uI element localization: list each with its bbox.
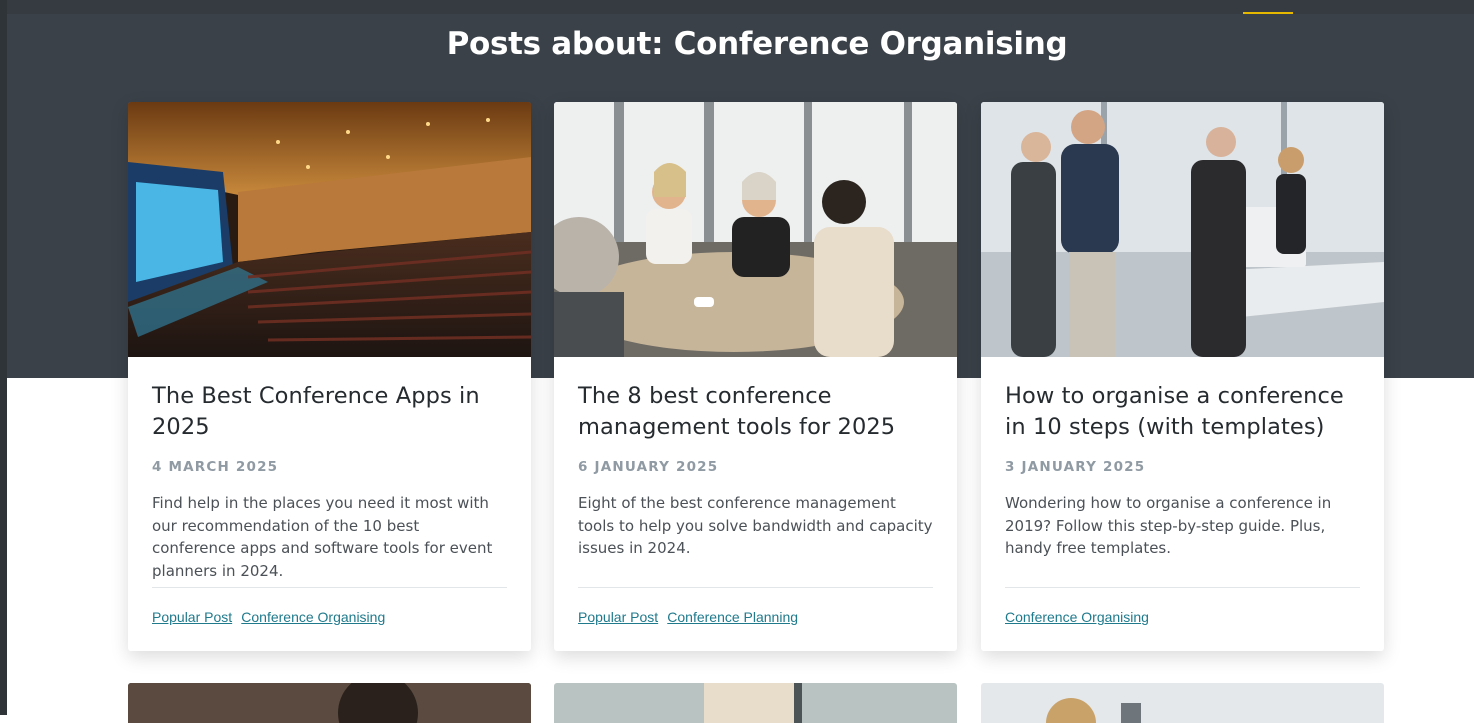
tag-link-popular-post[interactable]: Popular Post bbox=[578, 609, 658, 625]
post-date: 6 JANUARY 2025 bbox=[578, 459, 719, 475]
post-title[interactable]: The 8 best conference management tools f… bbox=[578, 381, 933, 443]
post-card-body: How to organise a conference in 10 steps… bbox=[1005, 357, 1360, 560]
post-card[interactable]: How to organise a conference in 10 steps… bbox=[981, 102, 1384, 651]
page-title-topic: Conference Organising bbox=[673, 26, 1068, 62]
post-image-networking[interactable] bbox=[981, 102, 1384, 357]
post-card-image-partial[interactable] bbox=[981, 683, 1384, 723]
post-image-meeting[interactable] bbox=[554, 102, 957, 357]
post-title[interactable]: How to organise a conference in 10 steps… bbox=[1005, 381, 1360, 443]
post-card-body: The Best Conference Apps in 2025 4 MARCH… bbox=[152, 357, 507, 582]
post-date: 4 MARCH 2025 bbox=[152, 459, 279, 475]
tag-link-conference-organising[interactable]: Conference Organising bbox=[1005, 609, 1149, 625]
post-title[interactable]: The Best Conference Apps in 2025 bbox=[152, 381, 507, 443]
tag-link-popular-post[interactable]: Popular Post bbox=[152, 609, 232, 625]
post-tags: Conference Organising bbox=[1005, 587, 1360, 626]
post-excerpt: Find help in the places you need it most… bbox=[152, 494, 493, 580]
post-card-body: The 8 best conference management tools f… bbox=[578, 357, 933, 560]
post-card-image-partial[interactable] bbox=[128, 683, 531, 723]
page-left-edge bbox=[0, 0, 7, 715]
post-excerpt: Eight of the best conference management … bbox=[578, 494, 933, 557]
active-nav-underline bbox=[1243, 12, 1293, 14]
page-title: Posts about: Conference Organising bbox=[0, 24, 1474, 64]
post-tags: Popular Post Conference Planning bbox=[578, 587, 933, 626]
tag-link-conference-organising[interactable]: Conference Organising bbox=[241, 609, 385, 625]
tag-link-conference-planning[interactable]: Conference Planning bbox=[667, 609, 798, 625]
post-image-auditorium[interactable] bbox=[128, 102, 531, 357]
post-card-image-partial[interactable] bbox=[554, 683, 957, 723]
page-title-lead: Posts about: bbox=[446, 26, 664, 62]
post-excerpt: Wondering how to organise a conference i… bbox=[1005, 494, 1332, 557]
post-card[interactable]: The 8 best conference management tools f… bbox=[554, 102, 957, 651]
post-date: 3 JANUARY 2025 bbox=[1005, 459, 1146, 475]
post-tags: Popular Post Conference Organising bbox=[152, 587, 507, 626]
post-card[interactable]: The Best Conference Apps in 2025 4 MARCH… bbox=[128, 102, 531, 651]
